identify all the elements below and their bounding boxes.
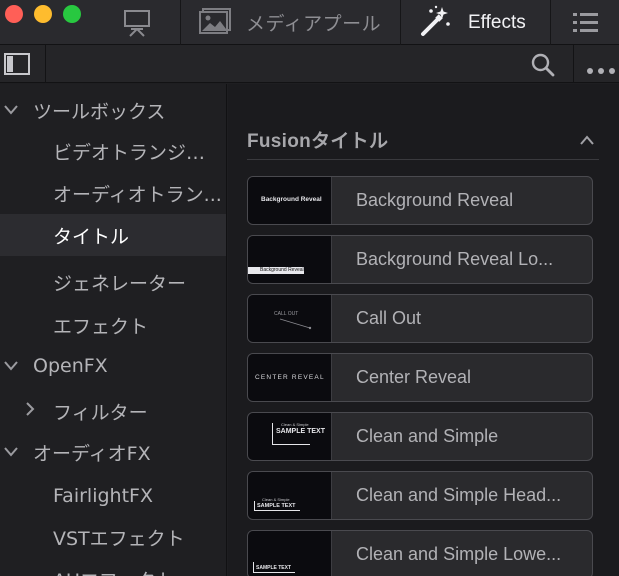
effect-item-label: Clean and Simple Lowe... [356, 544, 562, 564]
effects-browser: Fusionタイトル Background Reveal Background … [228, 84, 619, 576]
toolbar-divider [400, 0, 401, 45]
effect-thumbnail: Clean & Simple SAMPLE TEXT [248, 413, 332, 460]
effect-item-label: Clean and Simple Head... [356, 485, 562, 505]
thumbnail-frame [254, 501, 300, 511]
chevron-up-icon[interactable] [579, 130, 595, 149]
sidebar-item-audio-transitions[interactable]: オーディオトラン... [0, 172, 226, 214]
effect-item-label: Background Reveal Lo... [356, 249, 554, 269]
sidebar-item-label: AUエフェクト [53, 566, 175, 576]
sidebar-item-label: フィルター [53, 401, 148, 424]
thumbnail-text: SAMPLE TEXT [276, 428, 326, 435]
sidebar-toggle-icon[interactable] [4, 52, 30, 80]
effect-thumbnail: Background Reveal [248, 236, 332, 283]
effect-thumbnail: CENTER REVEAL [248, 354, 332, 401]
sidebar-item-filters[interactable]: フィルター [0, 390, 226, 432]
effect-thumbnail: SAMPLE TEXT [248, 531, 332, 576]
image-icon [198, 7, 232, 39]
tab-effects-label: Effects [468, 11, 526, 33]
sidebar-item-fairlightfx[interactable]: FairlightFX [0, 475, 226, 517]
sidebar-item-label: タイトル [53, 225, 130, 248]
sidebar-item-effects[interactable]: エフェクト [0, 304, 226, 346]
sidebar-item-au-effects[interactable]: AUエフェクト [0, 558, 226, 576]
sidebar-item-video-transitions[interactable]: ビデオトランジシ... [0, 130, 226, 172]
window-minimize-button[interactable] [34, 5, 52, 23]
toolbar-divider [550, 0, 551, 45]
effect-item-background-reveal-lower[interactable]: Background Reveal Background Reveal Lo..… [247, 235, 593, 284]
chevron-down-icon[interactable] [4, 445, 18, 459]
panel-header-bar [0, 45, 619, 83]
toolbar-divider [180, 0, 181, 45]
sidebar-item-vst-effects[interactable]: VSTエフェクト [0, 516, 226, 558]
effect-item-call-out[interactable]: CALL OUT Call Out [247, 294, 593, 343]
effect-item-clean-and-simple-lower[interactable]: SAMPLE TEXT Clean and Simple Lowe... [247, 530, 593, 576]
tab-media-pool[interactable]: メディアプール [198, 0, 381, 45]
tab-media-pool-label: メディアプール [246, 13, 382, 35]
thumbnail-subtext: Clean & Simple [281, 422, 309, 427]
window-close-button[interactable] [5, 5, 23, 23]
top-toolbar: メディアプール Effects [0, 0, 619, 45]
thumbnail-text: Background Reveal [261, 196, 322, 203]
section-title: Fusionタイトル [247, 131, 389, 152]
window-zoom-button[interactable] [63, 5, 81, 23]
sidebar-item-label: ビデオトランジシ... [53, 141, 223, 164]
section-header[interactable]: Fusionタイトル [247, 122, 599, 160]
effect-item-background-reveal[interactable]: Background Reveal Background Reveal [247, 176, 593, 225]
effect-item-center-reveal[interactable]: CENTER REVEAL Center Reveal [247, 353, 593, 402]
list-icon[interactable] [566, 0, 606, 45]
effect-item-clean-and-simple-heading[interactable]: Clean & Simple SAMPLE TEXT Clean and Sim… [247, 471, 593, 520]
tab-effects[interactable]: Effects [418, 0, 526, 45]
sidebar-item-label: VSTエフェクト [53, 527, 185, 550]
chevron-down-icon[interactable] [4, 359, 18, 373]
monitor-icon[interactable] [118, 0, 156, 45]
magic-wand-icon [418, 4, 452, 42]
sidebar-item-titles[interactable]: タイトル [0, 214, 226, 256]
effect-thumbnail: CALL OUT [248, 295, 332, 342]
effect-thumbnail: Clean & Simple SAMPLE TEXT [248, 472, 332, 519]
sidebar-item-label: FairlightFX [53, 485, 153, 507]
effect-item-label: Clean and Simple [356, 426, 499, 446]
effect-item-label: Center Reveal [356, 367, 472, 387]
effects-library-sidebar: ツールボックス ビデオトランジシ... オーディオトラン... タイトル ジェネ… [0, 84, 227, 576]
sidebar-item-toolbox[interactable]: ツールボックス [0, 89, 226, 131]
sidebar-item-label: OpenFX [33, 355, 108, 377]
sidebar-item-label: オーディオFX [33, 442, 151, 465]
thumbnail-text: Background Reveal [260, 267, 304, 273]
effect-item-label: Background Reveal [356, 190, 514, 210]
chevron-right-icon[interactable] [23, 402, 37, 416]
chevron-down-icon[interactable] [4, 103, 18, 117]
sidebar-item-audio-fx[interactable]: オーディオFX [0, 431, 226, 473]
divider [573, 45, 574, 83]
sidebar-item-generators[interactable]: ジェネレーター [0, 261, 226, 303]
sidebar-item-label: オーディオトラン... [53, 183, 222, 206]
sidebar-item-label: ツールボックス [33, 100, 166, 123]
sidebar-item-openfx[interactable]: OpenFX [0, 345, 226, 387]
divider [45, 45, 46, 83]
thumbnail-frame [253, 562, 295, 573]
callout-line-icon [279, 318, 312, 330]
sidebar-item-label: エフェクト [53, 315, 149, 338]
thumbnail-text: CENTER REVEAL [255, 374, 325, 381]
effect-item-clean-and-simple[interactable]: Clean & Simple SAMPLE TEXT Clean and Sim… [247, 412, 593, 461]
more-options-icon[interactable] [586, 60, 618, 79]
effect-thumbnail: Background Reveal [248, 177, 332, 224]
effect-item-label: Call Out [356, 308, 422, 328]
search-icon[interactable] [530, 52, 556, 82]
sidebar-item-label: ジェネレーター [53, 272, 187, 295]
